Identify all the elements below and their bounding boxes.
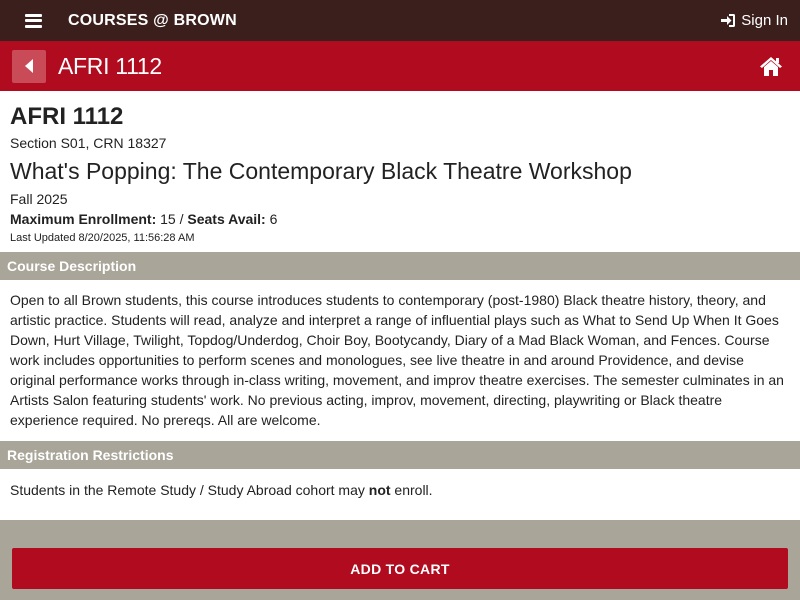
course-description-header: Course Description xyxy=(0,252,800,280)
sign-in-label: Sign In xyxy=(741,12,788,29)
restriction-text-after: enroll. xyxy=(390,482,433,498)
home-icon xyxy=(760,56,782,76)
sign-in-icon xyxy=(721,14,736,27)
max-enrollment-label: Maximum Enrollment: xyxy=(10,211,157,227)
seats-avail-label: Seats Avail: xyxy=(187,211,266,227)
course-subheader: AFRI 1112 xyxy=(0,41,800,91)
app-brand[interactable]: COURSES @ BROWN xyxy=(68,12,237,30)
enrollment-info: Maximum Enrollment: 15 / Seats Avail: 6 xyxy=(10,211,790,228)
registration-restrictions-text: Students in the Remote Study / Study Abr… xyxy=(10,480,792,500)
course-info: AFRI 1112 Section S01, CRN 18327 What's … xyxy=(10,102,790,245)
course-term: Fall 2025 xyxy=(10,191,68,207)
sign-in-button[interactable]: Sign In xyxy=(721,12,788,29)
add-to-cart-button[interactable]: ADD TO CART xyxy=(12,548,788,589)
subheader-title: AFRI 1112 xyxy=(58,52,162,79)
back-button[interactable] xyxy=(12,49,46,83)
seats-avail-value: 6 xyxy=(265,211,278,227)
footer-bar: ADD TO CART xyxy=(0,520,800,600)
section-crn: Section S01, CRN 18327 xyxy=(10,135,167,151)
home-button[interactable] xyxy=(760,56,782,76)
restriction-text-bold: not xyxy=(368,482,391,498)
last-updated: Last Updated 8/20/2025, 11:56:28 AM xyxy=(10,232,195,244)
course-title: What's Popping: The Contemporary Black T… xyxy=(10,158,632,184)
course-code: AFRI 1112 xyxy=(10,103,124,130)
caret-left-icon xyxy=(24,59,33,73)
registration-restrictions-header: Registration Restrictions xyxy=(0,441,800,469)
max-enrollment-value: 15 / xyxy=(156,211,188,227)
top-navbar: COURSES @ BROWN Sign In xyxy=(0,0,800,41)
course-description-text: Open to all Brown students, this course … xyxy=(10,292,784,428)
hamburger-menu-icon[interactable] xyxy=(25,13,42,28)
restriction-text-before: Students in the Remote Study / Study Abr… xyxy=(10,482,369,498)
